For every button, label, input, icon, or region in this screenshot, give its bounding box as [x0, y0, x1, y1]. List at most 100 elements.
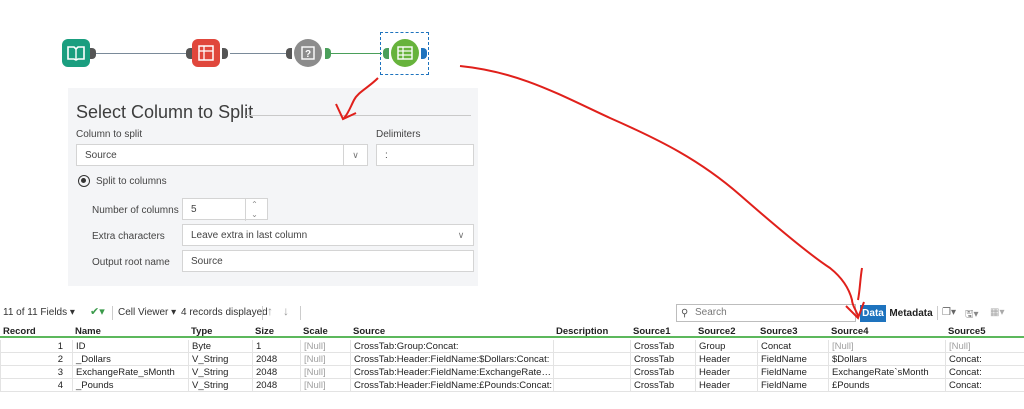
record-number[interactable]: 1: [0, 340, 68, 353]
cell-type[interactable]: V_String: [188, 379, 252, 392]
cell-source4[interactable]: [Null]: [828, 340, 945, 353]
cell-source1[interactable]: CrossTab: [630, 340, 695, 353]
cell-source1[interactable]: CrossTab: [630, 366, 695, 379]
column-header-source5[interactable]: Source5: [945, 325, 1024, 338]
data-button[interactable]: Data: [860, 305, 886, 322]
column-header-source4[interactable]: Source4: [828, 325, 945, 338]
cell-source1[interactable]: CrossTab: [630, 353, 695, 366]
chevron-down-icon[interactable]: ∨: [449, 225, 473, 245]
cell-source3[interactable]: FieldName: [757, 379, 828, 392]
cell-size[interactable]: 1: [252, 340, 300, 353]
chevron-down-icon: ▾: [171, 307, 177, 318]
number-stepper[interactable]: ⌃ ⌄: [245, 199, 263, 221]
cell-name[interactable]: ID: [72, 340, 188, 353]
search-icon: ⚲: [681, 308, 689, 319]
column-header-source3[interactable]: Source3: [757, 325, 828, 338]
metadata-button[interactable]: Metadata: [888, 305, 934, 322]
input-data-tool[interactable]: [62, 39, 90, 67]
cell-source2[interactable]: Group: [695, 340, 757, 353]
annotation-arrow-tail: [857, 267, 863, 301]
cell-name[interactable]: _Pounds: [72, 379, 188, 392]
cell-type[interactable]: V_String: [188, 366, 252, 379]
check-icon[interactable]: ✔▾: [90, 305, 105, 318]
cell-source3[interactable]: FieldName: [757, 366, 828, 379]
cell-scale[interactable]: [Null]: [300, 353, 350, 366]
crosstab-tool[interactable]: [192, 39, 220, 67]
cell-size[interactable]: 2048: [252, 379, 300, 392]
cell-description[interactable]: [553, 379, 630, 392]
search-input[interactable]: ⚲ Search: [676, 304, 856, 322]
number-of-columns-input[interactable]: 5 ⌃ ⌄: [182, 198, 268, 221]
arrow-up-icon[interactable]: ↑: [267, 304, 273, 318]
save-icon[interactable]: 🖫▾: [965, 307, 979, 324]
cell-source2[interactable]: Header: [695, 379, 757, 392]
output-root-name-input[interactable]: Source: [182, 250, 474, 272]
extra-characters-dropdown[interactable]: Leave extra in last column ∨: [182, 224, 474, 246]
delimiters-input[interactable]: :: [376, 144, 474, 166]
column-header-source2[interactable]: Source2: [695, 325, 757, 338]
column-header-scale[interactable]: Scale: [300, 325, 350, 338]
annotation-arrow-to-source4: [459, 65, 859, 317]
cell-description[interactable]: [553, 366, 630, 379]
column-header-size[interactable]: Size: [252, 325, 300, 338]
stepper-down-icon[interactable]: ⌄: [251, 210, 258, 220]
record-number[interactable]: 3: [0, 366, 68, 379]
cell-size[interactable]: 2048: [252, 366, 300, 379]
cell-name[interactable]: ExchangeRate_sMonth: [72, 366, 188, 379]
cell-scale[interactable]: [Null]: [300, 340, 350, 353]
column-header-name[interactable]: Name: [72, 325, 188, 338]
cell-name[interactable]: _Dollars: [72, 353, 188, 366]
book-icon: [67, 46, 85, 61]
configuration-panel: Select Column to Split Column to split S…: [68, 88, 478, 286]
cell-type[interactable]: V_String: [188, 353, 252, 366]
cell-description[interactable]: [553, 340, 630, 353]
text-to-columns-tool[interactable]: [391, 39, 419, 67]
alteryx-canvas: ? Select Column to Split Column to split…: [0, 0, 1024, 409]
cell-scale[interactable]: [Null]: [300, 379, 350, 392]
table-row[interactable]: 3 ExchangeRate_sMonth V_String 2048 [Null] Cr…: [0, 366, 1024, 379]
record-number[interactable]: 2: [0, 353, 68, 366]
cell-source2[interactable]: Header: [695, 353, 757, 366]
cell-size[interactable]: 2048: [252, 353, 300, 366]
cell-type[interactable]: Byte: [188, 340, 252, 353]
cell-source5[interactable]: Concat:: [945, 366, 1024, 379]
column-header-description[interactable]: Description: [553, 325, 630, 338]
cell-source5[interactable]: Concat:: [945, 379, 1024, 392]
cell-source[interactable]: CrossTab:Header:FieldName:$Dollars:Conca…: [350, 353, 553, 366]
record-number[interactable]: 4: [0, 379, 68, 392]
cell-source4[interactable]: £Pounds: [828, 379, 945, 392]
cell-source5[interactable]: Concat:: [945, 353, 1024, 366]
cell-scale[interactable]: [Null]: [300, 366, 350, 379]
cell-source3[interactable]: Concat: [757, 340, 828, 353]
summarize-tool[interactable]: ?: [294, 39, 322, 67]
column-header-type[interactable]: Type: [188, 325, 252, 338]
cell-source[interactable]: CrossTab:Header:FieldName:£Pounds:Concat…: [350, 379, 553, 392]
column-header-source[interactable]: Source: [350, 325, 553, 338]
column-to-split-dropdown[interactable]: Source ∨: [76, 144, 368, 166]
column-to-split-value: Source: [85, 149, 117, 161]
table-row[interactable]: 1 ID Byte 1 [Null] CrossTab:Group:Concat: Cros…: [0, 340, 1024, 353]
cell-source4[interactable]: ExchangeRate`sMonth: [828, 366, 945, 379]
table-row[interactable]: 2 _Dollars V_String 2048 [Null] CrossTab:Head…: [0, 353, 1024, 366]
cell-source1[interactable]: CrossTab: [630, 379, 695, 392]
table-row[interactable]: 4 _Pounds V_String 2048 [Null] CrossTab:Heade…: [0, 379, 1024, 392]
cell-description[interactable]: [553, 353, 630, 366]
cell-source5[interactable]: [Null]: [945, 340, 1024, 353]
cell-source4[interactable]: $Dollars: [828, 353, 945, 366]
cell-source3[interactable]: FieldName: [757, 353, 828, 366]
split-to-columns-radio[interactable]: [78, 175, 90, 187]
table-options-icon[interactable]: ▦▾: [990, 307, 1004, 318]
arrow-down-icon[interactable]: ↓: [283, 304, 289, 318]
stepper-up-icon[interactable]: ⌃: [251, 200, 258, 210]
cell-source[interactable]: CrossTab:Group:Concat:: [350, 340, 553, 353]
copy-icon[interactable]: ❐▾: [942, 307, 956, 318]
chevron-down-icon[interactable]: ∨: [343, 145, 367, 165]
column-header-source1[interactable]: Source1: [630, 325, 695, 338]
cell-source2[interactable]: Header: [695, 366, 757, 379]
fields-count-dropdown[interactable]: 11 of 11 Fields ▾: [3, 307, 75, 318]
search-placeholder: Search: [695, 307, 727, 318]
column-header-record[interactable]: Record: [0, 325, 68, 338]
config-title: Select Column to Split: [76, 102, 254, 122]
cell-viewer-dropdown[interactable]: Cell Viewer ▾: [118, 307, 176, 318]
cell-source[interactable]: CrossTab:Header:FieldName:ExchangeRate`s…: [350, 366, 553, 379]
